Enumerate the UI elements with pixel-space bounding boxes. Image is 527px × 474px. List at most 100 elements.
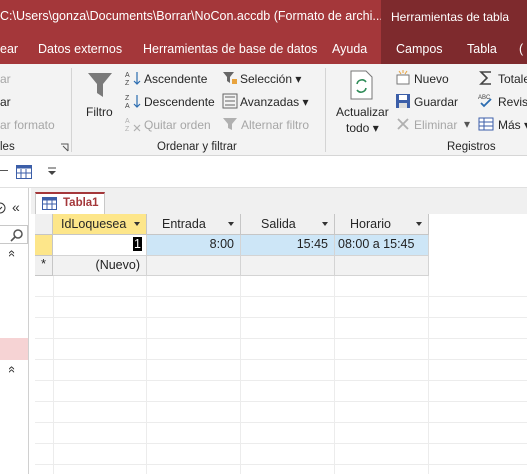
grid-line bbox=[146, 276, 147, 474]
row-selector[interactable] bbox=[35, 235, 53, 256]
group-collapse-chevron-icon[interactable]: « bbox=[5, 250, 20, 257]
column-header-salida[interactable]: Salida bbox=[241, 214, 335, 235]
ribbon: ar ar ar formato les Filtro A Z Ascenden… bbox=[0, 64, 527, 156]
table-cell-entrada[interactable]: 8:00 bbox=[147, 235, 241, 256]
datasheet-view-icon[interactable] bbox=[16, 165, 32, 179]
toggle-filter-icon bbox=[223, 118, 237, 130]
column-header-label: Entrada bbox=[162, 217, 206, 231]
delete-icon bbox=[397, 118, 409, 130]
tab-partial[interactable]: ( bbox=[519, 42, 523, 56]
tab-external-data[interactable]: Datos externos bbox=[38, 42, 122, 56]
delete-chevron-down-icon[interactable]: ▾ bbox=[464, 117, 470, 131]
filter-button[interactable]: Filtro bbox=[86, 105, 113, 119]
new-row-cell-salida[interactable] bbox=[241, 256, 335, 276]
context-group-title: Herramientas de tabla bbox=[381, 0, 527, 34]
tab-database-tools[interactable]: Herramientas de base de datos bbox=[143, 42, 317, 56]
more-label: Más bbox=[498, 118, 521, 132]
tab-help[interactable]: Ayuda bbox=[332, 42, 367, 56]
new-row-cell-id[interactable]: (Nuevo) bbox=[53, 256, 147, 276]
advanced-dropdown[interactable]: Avanzadas ▾ bbox=[240, 95, 309, 109]
customize-toolbar-icon[interactable] bbox=[47, 167, 57, 176]
navigation-pane: « « « bbox=[0, 188, 29, 474]
column-dropdown-arrow-icon[interactable] bbox=[322, 222, 328, 226]
selection-dropdown[interactable]: Selección ▾ bbox=[240, 72, 301, 86]
remove-sort-icon: A Z bbox=[125, 118, 141, 133]
collapse-nav-icon[interactable]: « bbox=[12, 199, 20, 215]
document-tab-strip bbox=[31, 188, 527, 214]
grid-line bbox=[35, 317, 527, 318]
table-cell-salida[interactable]: 15:45 bbox=[241, 235, 335, 256]
sort-ascending-button[interactable]: Ascendente bbox=[144, 72, 207, 86]
column-dropdown-arrow-icon[interactable] bbox=[134, 222, 140, 226]
clipboard-group-label: les bbox=[0, 141, 15, 153]
save-button[interactable]: Guardar bbox=[414, 95, 458, 109]
more-icon bbox=[478, 117, 494, 131]
dialog-launcher-icon[interactable] bbox=[60, 143, 69, 152]
new-record-button[interactable]: Nuevo bbox=[414, 72, 449, 86]
spelling-button[interactable]: Revisi bbox=[498, 95, 527, 109]
grid-line bbox=[35, 338, 527, 339]
refresh-all-button[interactable]: Actualizar bbox=[336, 105, 389, 119]
grid-line bbox=[35, 296, 527, 297]
column-header-entrada[interactable]: Entrada bbox=[147, 214, 241, 235]
table-cell-id[interactable]: 1 bbox=[53, 235, 147, 256]
sort-descending-button[interactable]: Descendente bbox=[144, 95, 215, 109]
new-row-cell-horario[interactable] bbox=[335, 256, 429, 276]
advanced-filter-icon bbox=[222, 93, 238, 109]
delete-button[interactable]: Eliminar bbox=[414, 118, 457, 132]
svg-text:Z: Z bbox=[125, 95, 130, 102]
search-icon bbox=[10, 229, 23, 242]
totals-button[interactable]: Totale bbox=[498, 72, 527, 86]
column-dropdown-arrow-icon[interactable] bbox=[416, 222, 422, 226]
clipboard-item-3[interactable]: ar formato bbox=[0, 118, 55, 132]
quick-toolbar bbox=[0, 157, 527, 188]
column-header-label: Horario bbox=[350, 217, 391, 231]
group-separator bbox=[71, 68, 72, 152]
refresh-all-label-2[interactable]: todo ▾ bbox=[346, 121, 379, 135]
column-header-label: IdLoquesea bbox=[61, 217, 127, 231]
tab-tabla1[interactable]: Tabla1 bbox=[35, 192, 105, 214]
toggle-filter-button[interactable]: Alternar filtro bbox=[241, 118, 309, 132]
remove-sort-button[interactable]: Quitar orden bbox=[144, 118, 211, 132]
tab-fields[interactable]: Campos bbox=[396, 42, 443, 56]
totals-icon bbox=[479, 71, 491, 85]
grid-line bbox=[334, 276, 335, 474]
column-header-horario[interactable]: Horario bbox=[335, 214, 429, 235]
grid-line bbox=[428, 276, 429, 474]
sort-filter-group-label: Ordenar y filtrar bbox=[157, 141, 237, 153]
nav-search-input[interactable] bbox=[0, 225, 28, 244]
svg-text:A: A bbox=[125, 118, 130, 125]
table-cell-horario[interactable]: 08:00 a 15:45 bbox=[335, 235, 429, 256]
cell-value: 1 bbox=[133, 237, 142, 251]
context-tab-row: Campos Tabla ( bbox=[381, 34, 527, 64]
clipboard-item-2[interactable]: ar bbox=[0, 95, 11, 109]
grid-line bbox=[240, 276, 241, 474]
column-dropdown-arrow-icon[interactable] bbox=[228, 222, 234, 226]
group-collapse-chevron-icon-2[interactable]: « bbox=[5, 366, 20, 373]
selection-label: Selección bbox=[240, 72, 293, 86]
more-dropdown[interactable]: Más ▾ bbox=[498, 118, 527, 132]
spelling-icon: ABC bbox=[478, 95, 492, 108]
refresh-all-line2: todo bbox=[346, 121, 370, 135]
new-record-icon bbox=[396, 70, 410, 85]
grid-line bbox=[35, 359, 527, 360]
select-all-corner[interactable] bbox=[35, 214, 53, 235]
tab-partial-clear[interactable]: ear bbox=[0, 42, 18, 56]
filter-icon[interactable] bbox=[86, 70, 114, 100]
sort-descending-icon: Z A bbox=[125, 95, 141, 110]
tab-table[interactable]: Tabla bbox=[467, 42, 497, 56]
new-row-cell-entrada[interactable] bbox=[147, 256, 241, 276]
column-header-label: Salida bbox=[261, 217, 296, 231]
clipboard-item-1[interactable]: ar bbox=[0, 72, 11, 86]
nav-options-icon[interactable] bbox=[0, 202, 7, 214]
refresh-all-icon[interactable] bbox=[349, 70, 375, 100]
grid-line bbox=[35, 380, 527, 381]
nav-selected-item[interactable] bbox=[0, 338, 28, 360]
toolbar-dash bbox=[0, 170, 8, 171]
records-group-label: Registros bbox=[447, 141, 496, 153]
column-header-idloquesea[interactable]: IdLoquesea bbox=[53, 214, 147, 235]
new-row-selector[interactable]: * bbox=[35, 256, 53, 276]
grid-line bbox=[35, 464, 527, 465]
table-icon bbox=[42, 197, 57, 210]
svg-text:Z: Z bbox=[125, 80, 130, 87]
